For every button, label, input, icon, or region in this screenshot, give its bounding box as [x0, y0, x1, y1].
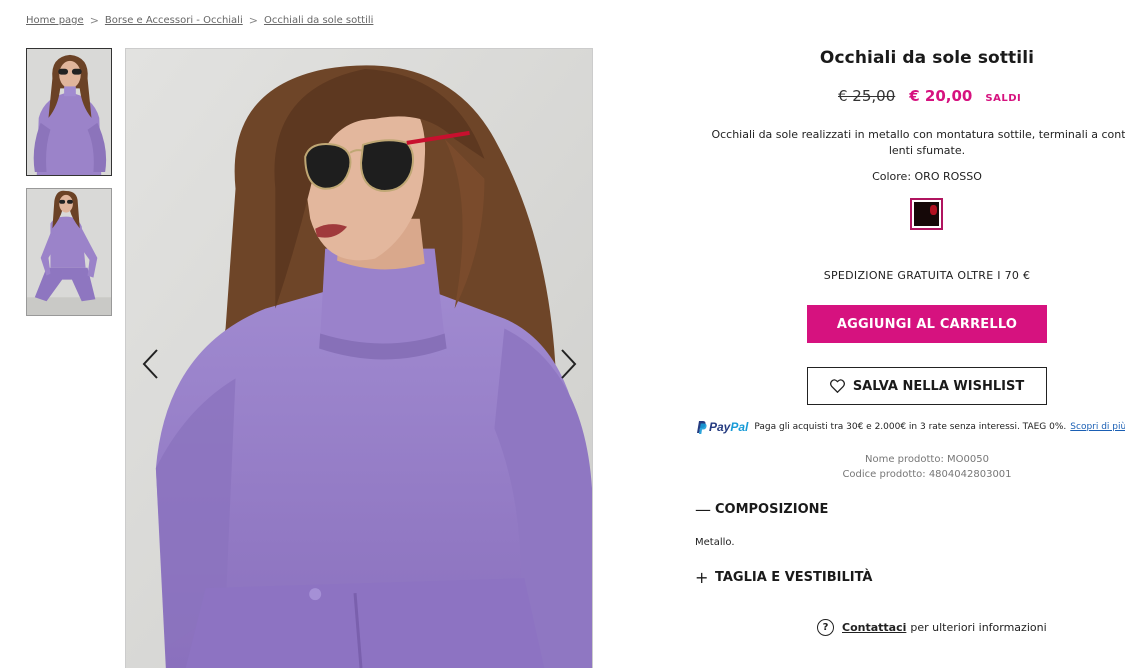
- wishlist-label: SALVA NELLA WISHLIST: [852, 378, 1025, 394]
- paypal-installments: Pay Pal Paga gli acquisti tra 30€ e 2.000…: [695, 420, 1125, 434]
- accordion-size-title: TAGLIA E VESTIBILITÀ: [715, 570, 873, 585]
- sale-price: € 20,00: [909, 87, 973, 105]
- description-line: Occhiali da sole realizzati in metallo c…: [711, 128, 1125, 141]
- accordion-composition-title: COMPOSIZIONE: [715, 502, 829, 517]
- breadcrumb-category[interactable]: Borse e Accessori - Occhiali: [105, 15, 243, 26]
- price-block: € 25,00 € 20,00 SALDI: [838, 87, 1021, 105]
- sale-badge: SALDI: [985, 93, 1022, 104]
- breadcrumb-current[interactable]: Occhiali da sole sottili: [264, 15, 373, 26]
- product-description: Occhiali da sole realizzati in metallo c…: [700, 127, 1125, 159]
- product-title: Occhiali da sole sottili: [819, 48, 1035, 68]
- color-swatch-oro-rosso[interactable]: [910, 198, 943, 230]
- product-photo-front: [27, 49, 111, 175]
- save-wishlist-button[interactable]: SALVA NELLA WISHLIST: [807, 367, 1047, 405]
- plus-icon: +: [695, 568, 709, 587]
- contact-text: per ulteriori informazioni: [910, 621, 1047, 634]
- free-shipping-notice: SPEDIZIONE GRATUITA OLTRE I 70 €: [823, 269, 1031, 282]
- paypal-logo-pal: Pal: [730, 420, 749, 434]
- color-label: Colore: ORO ROSSO: [872, 170, 982, 183]
- accordion-size-fit[interactable]: + TAGLIA E VESTIBILITÀ: [695, 568, 873, 587]
- paypal-learn-more-link[interactable]: Scopri di più: [1070, 422, 1125, 432]
- chevron-right-icon: [561, 349, 577, 379]
- contact-link[interactable]: Contattaci: [842, 621, 906, 634]
- paypal-icon: [697, 421, 707, 434]
- product-photo-full-body: [27, 189, 111, 315]
- minus-icon: —: [695, 500, 711, 519]
- breadcrumb: Home page > Borse e Accessori - Occhiali…: [26, 14, 373, 27]
- chevron-left-icon: [142, 349, 158, 379]
- gallery-prev-button[interactable]: [137, 345, 163, 383]
- accordion-composition[interactable]: — COMPOSIZIONE: [695, 500, 828, 519]
- breadcrumb-separator-icon: >: [248, 14, 258, 27]
- product-name-meta: Nome prodotto: MO0050: [865, 454, 989, 465]
- paypal-text: Paga gli acquisti tra 30€ e 2.000€ in 3 …: [754, 422, 1067, 432]
- paypal-logo: Pay Pal: [695, 420, 748, 434]
- breadcrumb-separator-icon: >: [89, 14, 99, 27]
- thumbnail-front[interactable]: [26, 48, 112, 176]
- swatch-image: [914, 202, 939, 226]
- description-line: lenti sfumate.: [888, 144, 966, 157]
- composition-content: Metallo.: [695, 537, 735, 548]
- breadcrumb-home[interactable]: Home page: [26, 15, 84, 26]
- contact-row: ? Contattaci per ulteriori informazioni: [817, 619, 1047, 636]
- main-product-image: [125, 48, 593, 668]
- product-code-meta: Codice prodotto: 4804042803001: [842, 469, 1012, 480]
- paypal-logo-pay: Pay: [709, 420, 731, 434]
- original-price: € 25,00: [838, 87, 896, 105]
- heart-icon: [829, 379, 845, 393]
- thumbnail-full-body[interactable]: [26, 188, 112, 316]
- woman-wearing-sunglasses-photo: [126, 49, 592, 668]
- gallery-next-button[interactable]: [556, 345, 582, 383]
- question-icon: ?: [817, 619, 834, 636]
- add-to-cart-button[interactable]: AGGIUNGI AL CARRELLO: [807, 305, 1047, 343]
